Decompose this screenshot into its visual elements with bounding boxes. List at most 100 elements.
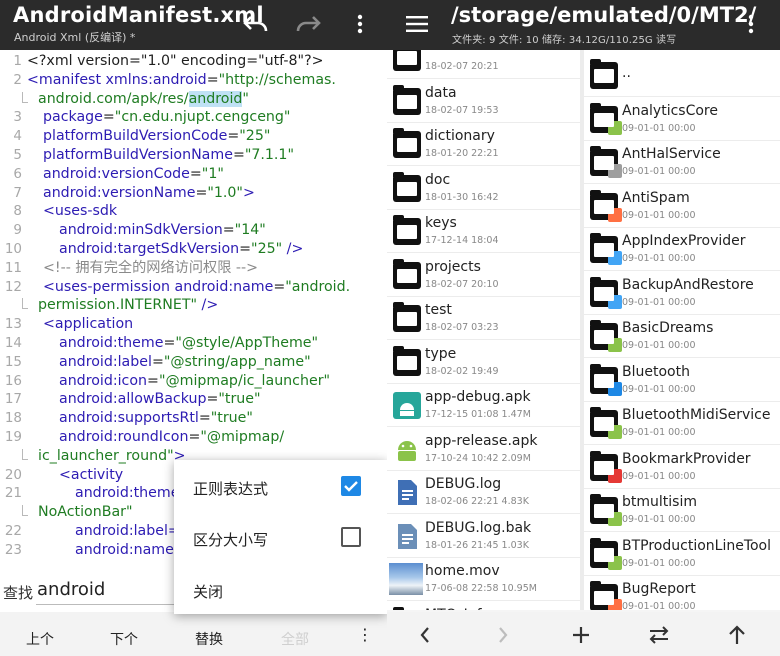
- line-number: 7: [13, 184, 22, 201]
- more-vert-icon[interactable]: [344, 8, 376, 40]
- case-checkbox[interactable]: [341, 527, 361, 547]
- file-nav-bar: [387, 612, 780, 656]
- more-vert-icon[interactable]: [735, 8, 767, 40]
- file-row[interactable]: BTProductionLineTool 09-01-01 00:00: [584, 533, 780, 576]
- code-text: android:roundIcon="@mipmap/: [59, 428, 284, 447]
- document-icon: [393, 523, 421, 550]
- code-text: android.com/apk/res/android": [38, 90, 249, 109]
- file-row[interactable]: ..: [584, 54, 780, 97]
- file-row[interactable]: projects 18-02-07 20:10: [387, 254, 580, 297]
- file-row[interactable]: DEBUG.log 18-02-06 22:21 4.83K: [387, 471, 580, 514]
- file-row[interactable]: app-release.apk 17-10-24 10:42 2.09M: [387, 428, 580, 471]
- video-thumbnail-icon: [389, 563, 423, 595]
- document-icon: [393, 479, 421, 506]
- code-token: xmlns:android: [105, 71, 207, 88]
- folder-icon: [590, 276, 622, 309]
- line-number: 22: [4, 523, 22, 539]
- folder-icon: [393, 84, 421, 115]
- file-row[interactable]: test 18-02-07 03:23: [387, 297, 580, 340]
- file-row[interactable]: BookmarkProvider 09-01-01 00:00: [584, 446, 780, 489]
- code-token: "cn.edu.njupt.cengceng": [114, 109, 291, 126]
- code-token: "@mipmap/: [200, 429, 285, 445]
- folder-icon: [590, 363, 622, 396]
- file-name: BookmarkProvider: [622, 450, 751, 467]
- file-row[interactable]: BackupAndRestore 09-01-01 00:00: [584, 272, 780, 315]
- file-row[interactable]: DEBUG.log.bak 18-01-26 21:45 1.03K: [387, 515, 580, 558]
- next-button[interactable]: 下个: [110, 629, 138, 649]
- wrap-indicator-icon: [22, 448, 28, 460]
- regex-checkbox[interactable]: [341, 476, 361, 496]
- code-token: />: [197, 297, 219, 314]
- code-line: 11 <!-- 拥有完全的网络访问权限 -->: [0, 259, 387, 278]
- file-row[interactable]: AnalyticsCore 09-01-01 00:00: [584, 98, 780, 141]
- regex-option-label[interactable]: 正则表达式: [193, 478, 268, 499]
- code-line: 19 android:roundIcon="@mipmap/: [0, 428, 387, 447]
- find-more-icon[interactable]: ⋮: [357, 625, 373, 644]
- redo-icon[interactable]: [292, 8, 324, 40]
- file-row[interactable]: MTO_Info...: [387, 602, 580, 610]
- code-text: android:versionCode="1": [43, 165, 224, 184]
- file-list-left[interactable]: 18-02-07 20:21 data 18-02-07 19:53 dictiona…: [387, 50, 580, 610]
- code-token: =: [206, 391, 219, 408]
- code-token: ic_launcher_round": [38, 447, 174, 464]
- folder-icon: [590, 59, 618, 89]
- file-meta: 18-01-20 22:21: [425, 148, 499, 159]
- line-number: 11: [4, 259, 22, 276]
- file-row[interactable]: BugReport 09-01-01 00:00: [584, 576, 780, 610]
- code-token: />: [282, 241, 304, 257]
- file-row[interactable]: keys 17-12-14 18:04: [387, 210, 580, 253]
- file-list-right[interactable]: .. AnalyticsCore 09-01-01 00:00 AntHalServi…: [584, 50, 780, 610]
- add-icon[interactable]: [568, 622, 594, 648]
- file-name: AnalyticsCore: [622, 102, 718, 119]
- file-name: test: [425, 302, 452, 318]
- code-token: <?xml version="1.0" encoding="utf-8"?>: [27, 53, 324, 69]
- prev-button[interactable]: 上个: [26, 629, 54, 649]
- file-row[interactable]: Bluetooth 09-01-01 00:00: [584, 359, 780, 402]
- code-token: =: [163, 335, 176, 351]
- replace-all-button[interactable]: 全部: [281, 629, 309, 649]
- chevron-left-icon[interactable]: [412, 622, 438, 648]
- file-row[interactable]: type 18-02-02 19:49: [387, 341, 580, 384]
- code-line: 12 <uses-permission android:name="android…: [0, 278, 387, 297]
- line-number: 20: [4, 466, 22, 483]
- code-text: android:icon="@mipmap/ic_launcher": [59, 372, 330, 391]
- android-icon: [608, 120, 622, 135]
- chevron-right-icon[interactable]: [490, 622, 516, 648]
- file-row[interactable]: btmultisim 09-01-01 00:00: [584, 489, 780, 532]
- menu-icon[interactable]: [401, 8, 433, 40]
- case-option-label[interactable]: 区分大小写: [193, 529, 268, 550]
- file-meta: 18-02-07 20:10: [425, 278, 499, 290]
- file-row[interactable]: BasicDreams 09-01-01 00:00: [584, 315, 780, 358]
- file-name: btmultisim: [622, 494, 697, 510]
- find-label: 查找: [3, 584, 34, 602]
- file-row[interactable]: AntHalService 09-01-01 00:00: [584, 141, 780, 184]
- file-row[interactable]: home.mov 17-06-08 22:58 10.95M: [387, 558, 580, 601]
- code-line: 10 android:targetSdkVersion="25" />: [0, 240, 387, 259]
- file-row[interactable]: AntiSpam 09-01-01 00:00: [584, 185, 780, 228]
- file-name: BugReport: [622, 581, 696, 597]
- file-row[interactable]: app-debug.apk 17-12-15 01:08 1.47M: [387, 384, 580, 427]
- code-token: "@mipmap/ic_launcher": [158, 372, 331, 389]
- file-row[interactable]: BluetoothMidiService 09-01-01 00:00: [584, 402, 780, 445]
- file-meta: 18-02-07 03:23: [425, 322, 499, 333]
- code-token: android:name: [174, 278, 274, 295]
- undo-icon[interactable]: [240, 8, 272, 40]
- close-option[interactable]: 关闭: [193, 581, 223, 602]
- replace-button[interactable]: 替换: [195, 629, 223, 649]
- code-token: >: [242, 184, 255, 201]
- file-row[interactable]: 18-02-07 20:21: [387, 50, 580, 79]
- arrow-up-icon[interactable]: [724, 622, 750, 648]
- line-number: 21: [4, 485, 22, 502]
- file-name: AntHalService: [622, 146, 721, 162]
- file-row[interactable]: doc 18-01-30 16:42: [387, 167, 580, 210]
- code-token: =: [188, 429, 201, 445]
- swap-icon[interactable]: [646, 622, 672, 648]
- file-row[interactable]: AppIndexProvider 09-01-01 00:00: [584, 228, 780, 271]
- file-row[interactable]: dictionary 18-01-20 22:21: [387, 123, 580, 166]
- file-row[interactable]: data 18-02-07 19:53: [387, 80, 580, 123]
- code-text: android:name: [75, 541, 174, 560]
- code-token: "android.: [285, 278, 351, 295]
- file-name: BTProductionLineTool: [622, 537, 772, 554]
- file-name: doc: [425, 171, 451, 188]
- code-token: "http://schemas.: [218, 71, 336, 88]
